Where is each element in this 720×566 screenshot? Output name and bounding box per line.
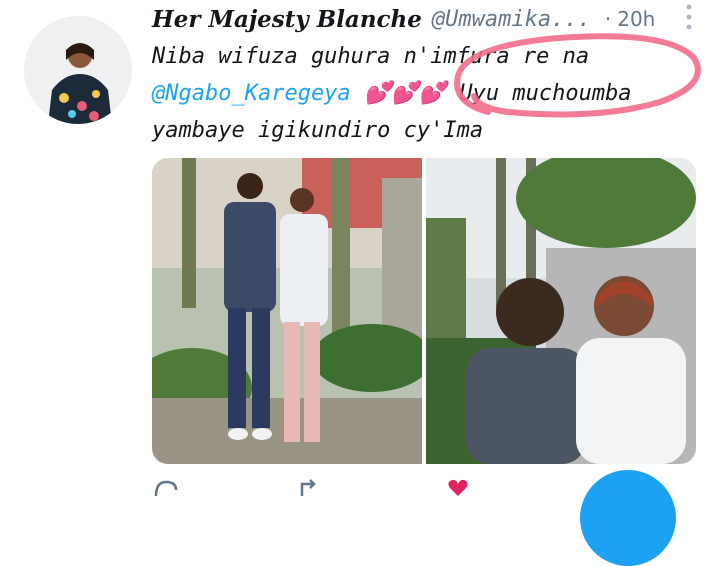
tweet-actions <box>152 476 572 497</box>
more-vertical-icon[interactable] <box>686 4 692 30</box>
like-icon[interactable] <box>444 476 472 497</box>
media-photo-1[interactable] <box>152 158 422 464</box>
media-photo-2[interactable] <box>426 158 696 464</box>
tweet-text-line-2: @Ngabo_Karegeya 💕💕💕 Uyu muchoumba <box>152 75 712 112</box>
author-name[interactable]: Her Majesty Blanche <box>152 6 422 33</box>
tweet-text-line-3-start: yambaye igikundiro cy'Ima <box>152 118 484 143</box>
photo-couple-standing <box>152 158 422 464</box>
mention-link[interactable]: @Ngabo_Karegeya <box>152 81 351 106</box>
author-handle[interactable]: @Umwamika... <box>432 7 591 32</box>
tweet-text: Niba wifuza guhura n'imfura re na @Ngabo… <box>152 38 712 149</box>
compose-fab-icon[interactable] <box>580 470 676 566</box>
avatar-photo <box>24 16 132 124</box>
retweet-icon[interactable] <box>298 476 326 497</box>
photo-couple-selfie <box>426 158 696 464</box>
tweet-text-line-1-start: Niba wifuza guhura n'imfura <box>152 44 523 69</box>
tweet-text-line-3: yambaye igikundiro cy'Ima <box>152 112 712 149</box>
separator-dot: · <box>604 7 612 31</box>
tweet-media[interactable] <box>152 158 696 464</box>
reply-icon[interactable] <box>152 476 180 497</box>
tweet-text-line-1: Niba wifuza guhura n'imfura re na <box>152 38 712 75</box>
tweet-header: Her Majesty Blanche @Umwamika... · 20h <box>152 2 712 36</box>
tweet-text-line-2-end: Uyu muchoumba <box>446 81 632 106</box>
tweet-time[interactable]: 20h <box>617 7 655 31</box>
heart-emojis: 💕💕💕 <box>363 81 447 106</box>
tweet-text-line-1-end: re na <box>522 44 590 69</box>
author-avatar[interactable] <box>24 16 132 124</box>
